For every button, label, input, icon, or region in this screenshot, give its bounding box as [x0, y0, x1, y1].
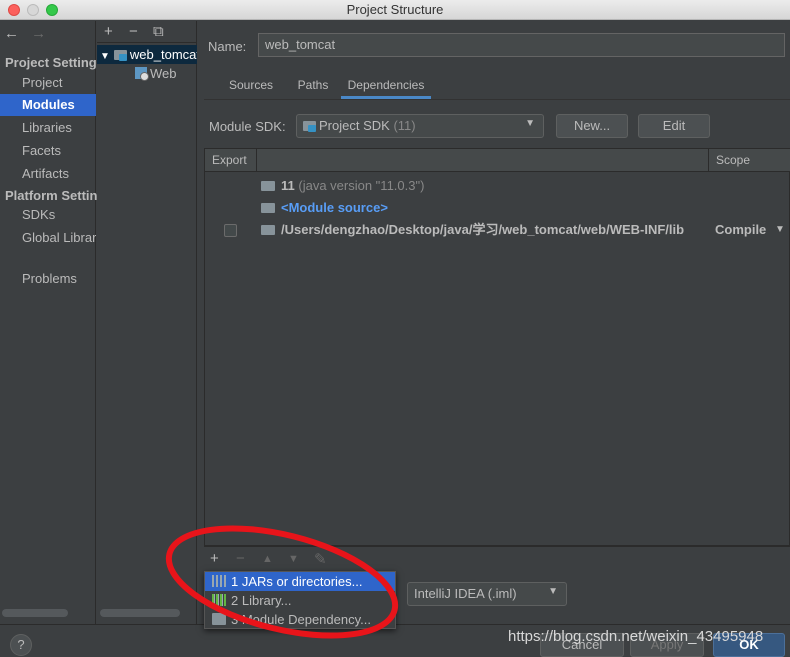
chevron-down-icon: ▼ [525, 118, 535, 129]
table-row[interactable]: <Module source> [205, 197, 790, 219]
project-settings-header: Project Settings [5, 55, 97, 70]
module-settings-panel: Name: web_tomcat Sources Paths Dependenc… [198, 21, 790, 624]
dependency-name: 11 (java version "11.0.3") [281, 178, 425, 193]
sidebar-item-problems[interactable]: Problems [0, 268, 96, 290]
help-button[interactable]: ? [10, 634, 32, 656]
chevron-down-icon: ▼ [548, 586, 558, 597]
module-icon [212, 613, 226, 625]
expand-arrow-icon[interactable]: ▼ [100, 51, 110, 62]
move-down-icon[interactable]: ▼ [288, 553, 299, 565]
chevron-down-icon[interactable]: ▼ [775, 219, 785, 241]
module-format-value: IntelliJ IDEA (.iml) [414, 586, 517, 601]
scope-value[interactable]: Compile [715, 219, 766, 241]
module-tree-panel: + − ⧉ ▼ web_tomcat Web [97, 21, 197, 624]
sidebar-item-sdks[interactable]: SDKs [0, 204, 96, 226]
tab-sources[interactable]: Sources [216, 73, 286, 99]
add-module-icon[interactable]: + [104, 23, 113, 40]
copy-module-icon[interactable]: ⧉ [153, 23, 164, 40]
tree-node-web[interactable]: Web [97, 64, 197, 83]
tab-paths[interactable]: Paths [290, 73, 336, 99]
platform-settings-header: Platform Settings [5, 188, 97, 203]
source-folder-icon [261, 203, 275, 213]
export-checkbox[interactable] [224, 224, 237, 237]
module-folder-icon [113, 50, 127, 61]
sdk-value: Project SDK [319, 118, 390, 133]
dependency-name: <Module source> [281, 200, 388, 215]
column-divider [708, 149, 709, 172]
menu-item-library[interactable]: 2 Library... [205, 591, 395, 610]
column-divider [256, 149, 257, 172]
sidebar-item-project[interactable]: Project [0, 72, 96, 94]
column-scope[interactable]: Scope [716, 153, 750, 167]
tab-divider [204, 99, 790, 100]
dependencies-toolbar: + − ▲ ▼ ✎ [204, 546, 790, 572]
tree-node-label: Web [150, 66, 177, 81]
edit-sdk-button[interactable]: Edit [638, 114, 710, 138]
sidebar-item-global-libraries[interactable]: Global Libraries [0, 227, 96, 249]
sidebar-item-facets[interactable]: Facets [0, 140, 96, 162]
nav-arrows: ← → [4, 25, 54, 42]
sdk-folder-icon [303, 121, 316, 132]
tree-node-label: web_tomcat [129, 47, 197, 62]
move-up-icon[interactable]: ▲ [262, 553, 273, 565]
library-icon [212, 594, 226, 606]
edit-dependency-icon[interactable]: ✎ [314, 550, 327, 568]
module-format-dropdown[interactable]: IntelliJ IDEA (.iml) ▼ [407, 582, 567, 606]
sidebar-item-modules[interactable]: Modules [0, 94, 96, 116]
new-sdk-button[interactable]: New... [556, 114, 628, 138]
module-tree-toolbar: + − ⧉ [97, 21, 197, 43]
module-sdk-dropdown[interactable]: Project SDK (11) ▼ [296, 114, 544, 138]
watermark: https://blog.csdn.net/weixin_43495948 [508, 628, 764, 645]
column-export[interactable]: Export [212, 153, 247, 167]
sdk-version: (11) [393, 118, 416, 133]
dependencies-table: Export Scope 11 (java version "11.0.3") … [204, 148, 790, 546]
table-header: Export Scope [205, 149, 790, 172]
sidebar-scrollbar[interactable] [2, 609, 68, 617]
add-dependency-icon[interactable]: + [210, 550, 219, 567]
back-arrow-icon[interactable]: ← [4, 25, 19, 42]
settings-sidebar: ← → Project Settings Project Modules Lib… [0, 21, 97, 624]
jar-icon [212, 575, 226, 587]
forward-arrow-icon[interactable]: → [31, 25, 46, 42]
add-dependency-popup: 1 JARs or directories... 2 Library... 3 … [204, 571, 396, 629]
tab-dependencies[interactable]: Dependencies [341, 73, 431, 99]
module-sdk-label: Module SDK: [209, 119, 286, 134]
menu-item-module-dependency[interactable]: 3 Module Dependency... [205, 610, 395, 629]
jdk-folder-icon [261, 181, 275, 191]
remove-module-icon[interactable]: − [129, 23, 138, 40]
window-title: Project Structure [346, 2, 444, 17]
dependency-name: /Users/dengzhao/Desktop/java/学习/web_tomc… [281, 222, 685, 237]
remove-dependency-icon[interactable]: − [236, 550, 245, 567]
name-label: Name: [208, 39, 247, 54]
tree-scrollbar[interactable] [100, 609, 180, 617]
table-row[interactable]: /Users/dengzhao/Desktop/java/学习/web_tomc… [205, 219, 790, 241]
table-row[interactable]: 11 (java version "11.0.3") [205, 175, 790, 197]
title-bar: Project Structure [0, 0, 790, 20]
sidebar-item-artifacts[interactable]: Artifacts [0, 163, 96, 185]
lib-folder-icon [261, 225, 275, 235]
module-name-field[interactable]: web_tomcat [258, 33, 785, 57]
tree-node-web-tomcat[interactable]: ▼ web_tomcat [97, 45, 197, 64]
menu-item-jars-or-directories[interactable]: 1 JARs or directories... [205, 572, 395, 591]
sidebar-item-libraries[interactable]: Libraries [0, 117, 96, 139]
web-facet-icon [135, 67, 149, 81]
